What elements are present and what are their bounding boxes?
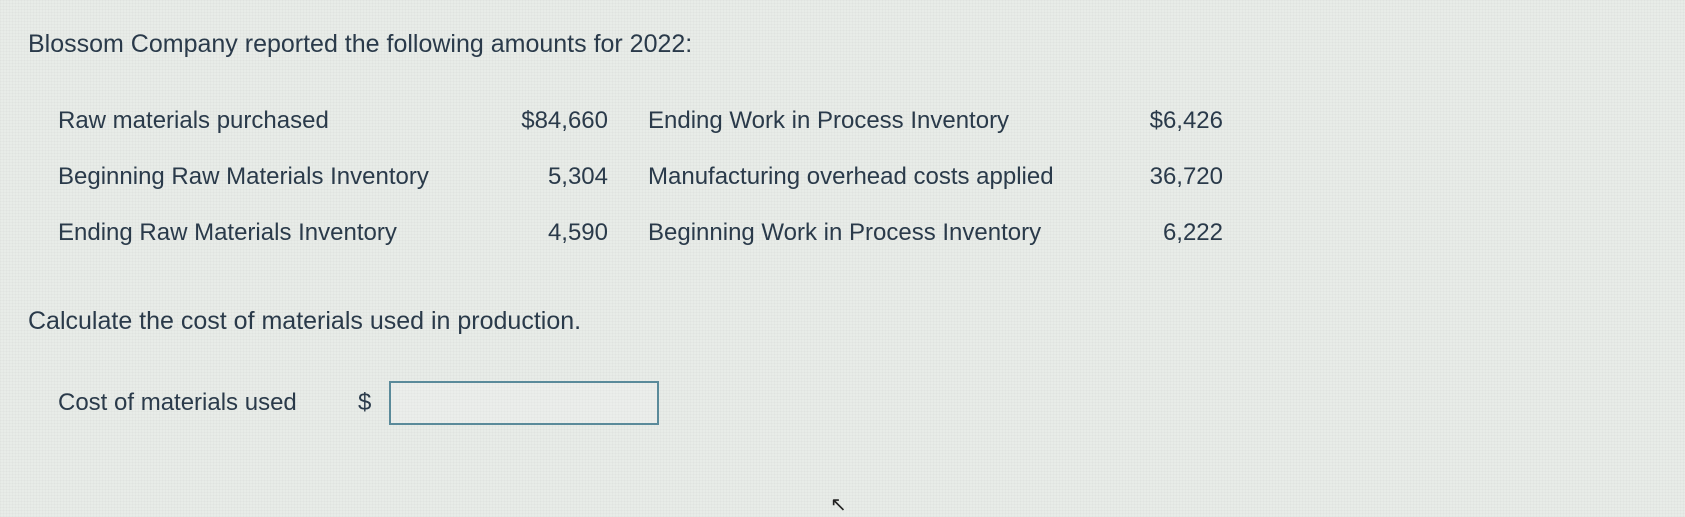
label-moh-applied: Manufacturing overhead costs applied: [638, 163, 1103, 191]
cursor-icon: ↖: [830, 492, 847, 517]
currency-symbol: $: [358, 389, 371, 417]
table-row: Raw materials purchased $84,660 Ending W…: [58, 107, 1657, 135]
value-moh-applied: 36,720: [1103, 163, 1223, 191]
label-ending-wip: Ending Work in Process Inventory: [638, 107, 1103, 135]
answer-row: Cost of materials used $: [28, 381, 1657, 425]
answer-label: Cost of materials used: [58, 389, 358, 417]
label-beginning-wip: Beginning Work in Process Inventory: [638, 219, 1103, 247]
cost-of-materials-input[interactable]: [389, 381, 659, 425]
value-beginning-wip: 6,222: [1103, 219, 1223, 247]
label-raw-materials-purchased: Raw materials purchased: [58, 107, 498, 135]
value-ending-wip: $6,426: [1103, 107, 1223, 135]
value-beginning-raw-materials: 5,304: [498, 163, 638, 191]
problem-intro: Blossom Company reported the following a…: [28, 30, 1657, 59]
label-ending-raw-materials: Ending Raw Materials Inventory: [58, 219, 498, 247]
instruction-text: Calculate the cost of materials used in …: [28, 307, 1657, 336]
value-ending-raw-materials: 4,590: [498, 219, 638, 247]
table-row: Beginning Raw Materials Inventory 5,304 …: [58, 163, 1657, 191]
label-beginning-raw-materials: Beginning Raw Materials Inventory: [58, 163, 498, 191]
data-table: Raw materials purchased $84,660 Ending W…: [28, 107, 1657, 247]
table-row: Ending Raw Materials Inventory 4,590 Beg…: [58, 219, 1657, 247]
value-raw-materials-purchased: $84,660: [498, 107, 638, 135]
